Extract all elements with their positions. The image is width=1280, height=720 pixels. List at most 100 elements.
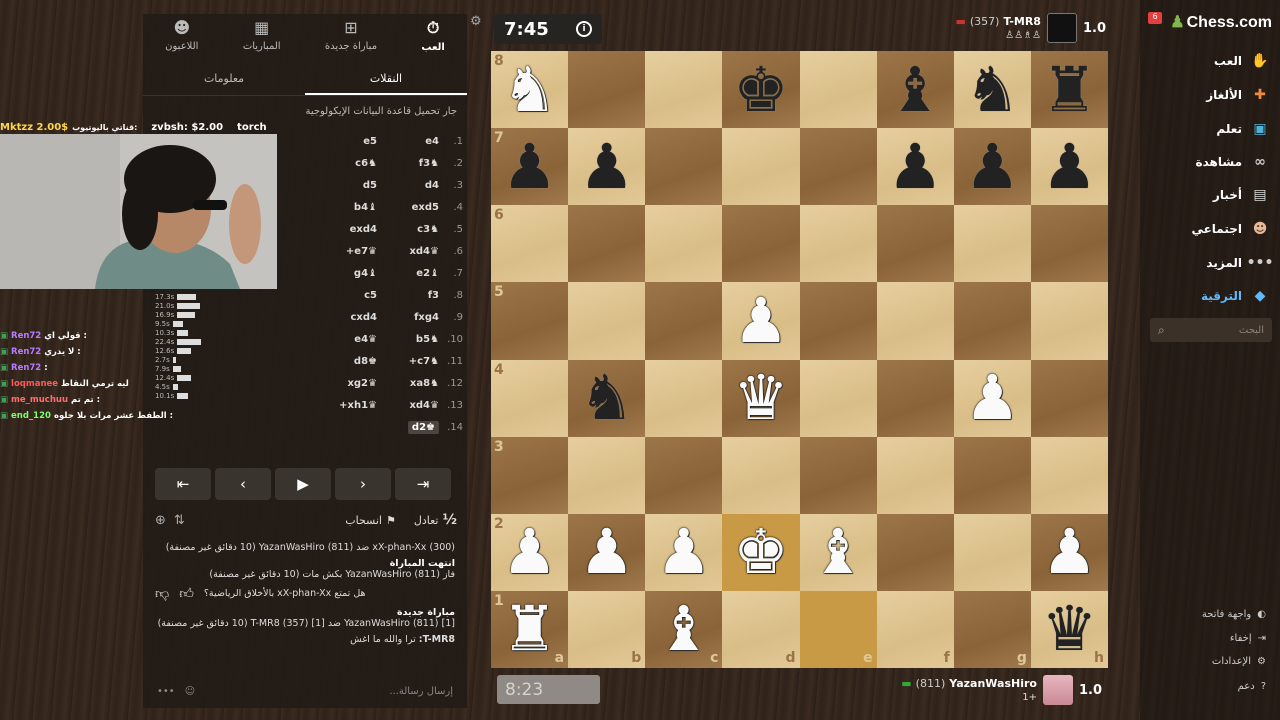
square-c7[interactable] [645,128,723,206]
draw-button[interactable]: ½ تعادل [414,512,457,528]
black-move[interactable]: ♞c6 [319,158,381,169]
square-f2[interactable] [876,513,954,591]
black-move[interactable]: ♚d8 [319,356,381,367]
square-f1[interactable]: f [876,590,954,668]
white-move[interactable]: d4 [381,180,443,191]
square-a6[interactable]: 6 [491,205,569,283]
square-h2[interactable]: ♟ [1030,513,1108,591]
black-knight-piece[interactable]: ♞ [579,367,635,429]
square-g2[interactable] [953,513,1031,591]
chess-board[interactable]: 8 ♞ ♚ ♝ ♞ ♜ 7 ♟ ♟ ♟ ♟ ♟ 6 5 ♟ 4 ♞ ♛ ♟ 3 2 ♟ ♟ ♟ ♚ ♝ ♟ 1 a ♜ b c ♝ d e f g h ♛ [491,51,1108,668]
black-move[interactable]: ♛e4 [319,334,381,345]
square-g7[interactable]: ♟ [953,128,1031,206]
black-pawn-piece[interactable]: ♟ [502,135,558,198]
square-d2[interactable]: ♚ [722,513,800,591]
square-e6[interactable] [799,205,877,283]
white-move[interactable]: fxg4 [381,312,443,323]
black-pawn-piece[interactable]: ♟ [1042,135,1098,198]
square-c2[interactable]: ♟ [645,513,723,591]
white-pawn-piece[interactable]: ♟ [656,521,712,583]
white-move[interactable]: ♝e2 [381,268,443,279]
square-c3[interactable] [645,436,723,514]
panel-nav-play[interactable]: ⏱ العب [421,18,444,62]
white-rook-piece[interactable]: ♜ [502,598,558,660]
black-pawn-piece[interactable]: ♟ [887,135,943,198]
notification-badge[interactable]: 6 [1148,12,1162,24]
black-pawn-piece[interactable]: ♟ [579,135,635,198]
black-move[interactable]: ♛e7+ [319,246,381,257]
tab-info[interactable]: معلومات [143,62,305,95]
panel-nav-games[interactable]: ▦ المباريات [243,18,281,62]
panel-nav-players[interactable]: ☻ اللاعبون [165,18,198,62]
black-pawn-piece[interactable]: ♟ [965,135,1021,198]
thumbs-up-icon[interactable]: 👍︎ [179,585,194,602]
square-h1[interactable]: h ♛ [1030,590,1108,668]
white-move[interactable]: ♞f3 [381,158,443,169]
white-pawn-piece[interactable]: ♟ [965,367,1021,429]
square-f8[interactable]: ♝ [876,51,954,129]
black-move[interactable]: ♛xg2 [319,378,381,389]
white-pawn-piece[interactable]: ♟ [579,521,635,583]
square-d4[interactable]: ♛ [722,359,800,437]
white-pawn-piece[interactable]: ♟ [502,521,558,583]
white-move[interactable]: ♞xa8 [381,378,443,389]
square-g4[interactable]: ♟ [953,359,1031,437]
square-b2[interactable]: ♟ [568,513,646,591]
white-move[interactable]: ♛xd4 [381,400,443,411]
black-move[interactable]: e5 [319,136,381,147]
square-a4[interactable]: 4 [491,359,569,437]
last-move-button[interactable]: ⇤ [155,468,211,500]
black-knight-piece[interactable]: ♞ [965,58,1021,121]
square-b8[interactable] [568,51,646,129]
opponent-avatar[interactable] [1046,13,1077,43]
black-move[interactable]: ♝b4 [319,202,381,213]
square-e5[interactable] [799,282,877,360]
nav-watch[interactable]: ∞ مشاهدة [1196,153,1270,171]
panel-nav-new-game[interactable]: ⊞ مباراة جديدة [325,18,377,62]
square-b1[interactable]: b [568,590,646,668]
white-move[interactable]: ♛xd4 [381,246,443,257]
light-mode-toggle[interactable]: ◐ واجهة فاتحة [1202,609,1266,620]
square-d3[interactable] [722,436,800,514]
square-f6[interactable] [876,205,954,283]
square-g6[interactable] [953,205,1031,283]
chat-input[interactable]: إرسال رسالة... [389,686,453,697]
resign-button[interactable]: ⚑ انسحاب [345,514,396,527]
square-a7[interactable]: 7 ♟ [491,128,569,206]
white-move[interactable]: f3 [381,290,443,301]
square-b7[interactable]: ♟ [568,128,646,206]
nav-puzzles[interactable]: ✚ الألغاز [1206,86,1270,104]
nav-upgrade[interactable]: ◆ الترقية [1201,287,1270,305]
black-bishop-piece[interactable]: ♝ [887,58,943,121]
square-b3[interactable] [568,436,646,514]
white-queen-piece[interactable]: ♛ [733,367,789,429]
square-c6[interactable] [645,205,723,283]
next-move-button[interactable]: › [335,468,391,500]
square-h8[interactable]: ♜ [1030,51,1108,129]
white-pawn-piece[interactable]: ♟ [1042,521,1098,583]
player-avatar[interactable] [1042,675,1073,705]
square-a2[interactable]: 2 ♟ [491,513,569,591]
square-c1[interactable]: c ♝ [645,590,723,668]
white-bishop-piece[interactable]: ♝ [810,521,866,583]
black-move[interactable]: ♛xh1+ [319,400,381,411]
white-king-piece[interactable]: ♚ [733,521,789,583]
black-queen-piece[interactable]: ♛ [1042,598,1098,660]
nav-social[interactable]: ☻ اجتماعي [1191,220,1270,238]
square-h3[interactable] [1030,436,1108,514]
tab-moves[interactable]: النقلات [305,62,467,95]
square-e7[interactable] [799,128,877,206]
white-knight-piece[interactable]: ♞ [502,58,558,121]
white-move[interactable]: ♞c7+ [381,356,443,367]
square-e2[interactable]: ♝ [799,513,877,591]
flip-board-icon[interactable]: ⇅ [174,513,185,528]
collapse-button[interactable]: ⇥ إخفاء [1230,633,1266,644]
white-move[interactable]: ♚d2 [381,420,443,434]
square-d7[interactable] [722,128,800,206]
square-d6[interactable] [722,205,800,283]
square-e4[interactable] [799,359,877,437]
nav-learn[interactable]: ▣ تعلم [1216,120,1270,138]
square-h6[interactable] [1030,205,1108,283]
chess-com-logo[interactable]: ♟ Chess.com [1170,12,1272,32]
square-d8[interactable]: ♚ [722,51,800,129]
